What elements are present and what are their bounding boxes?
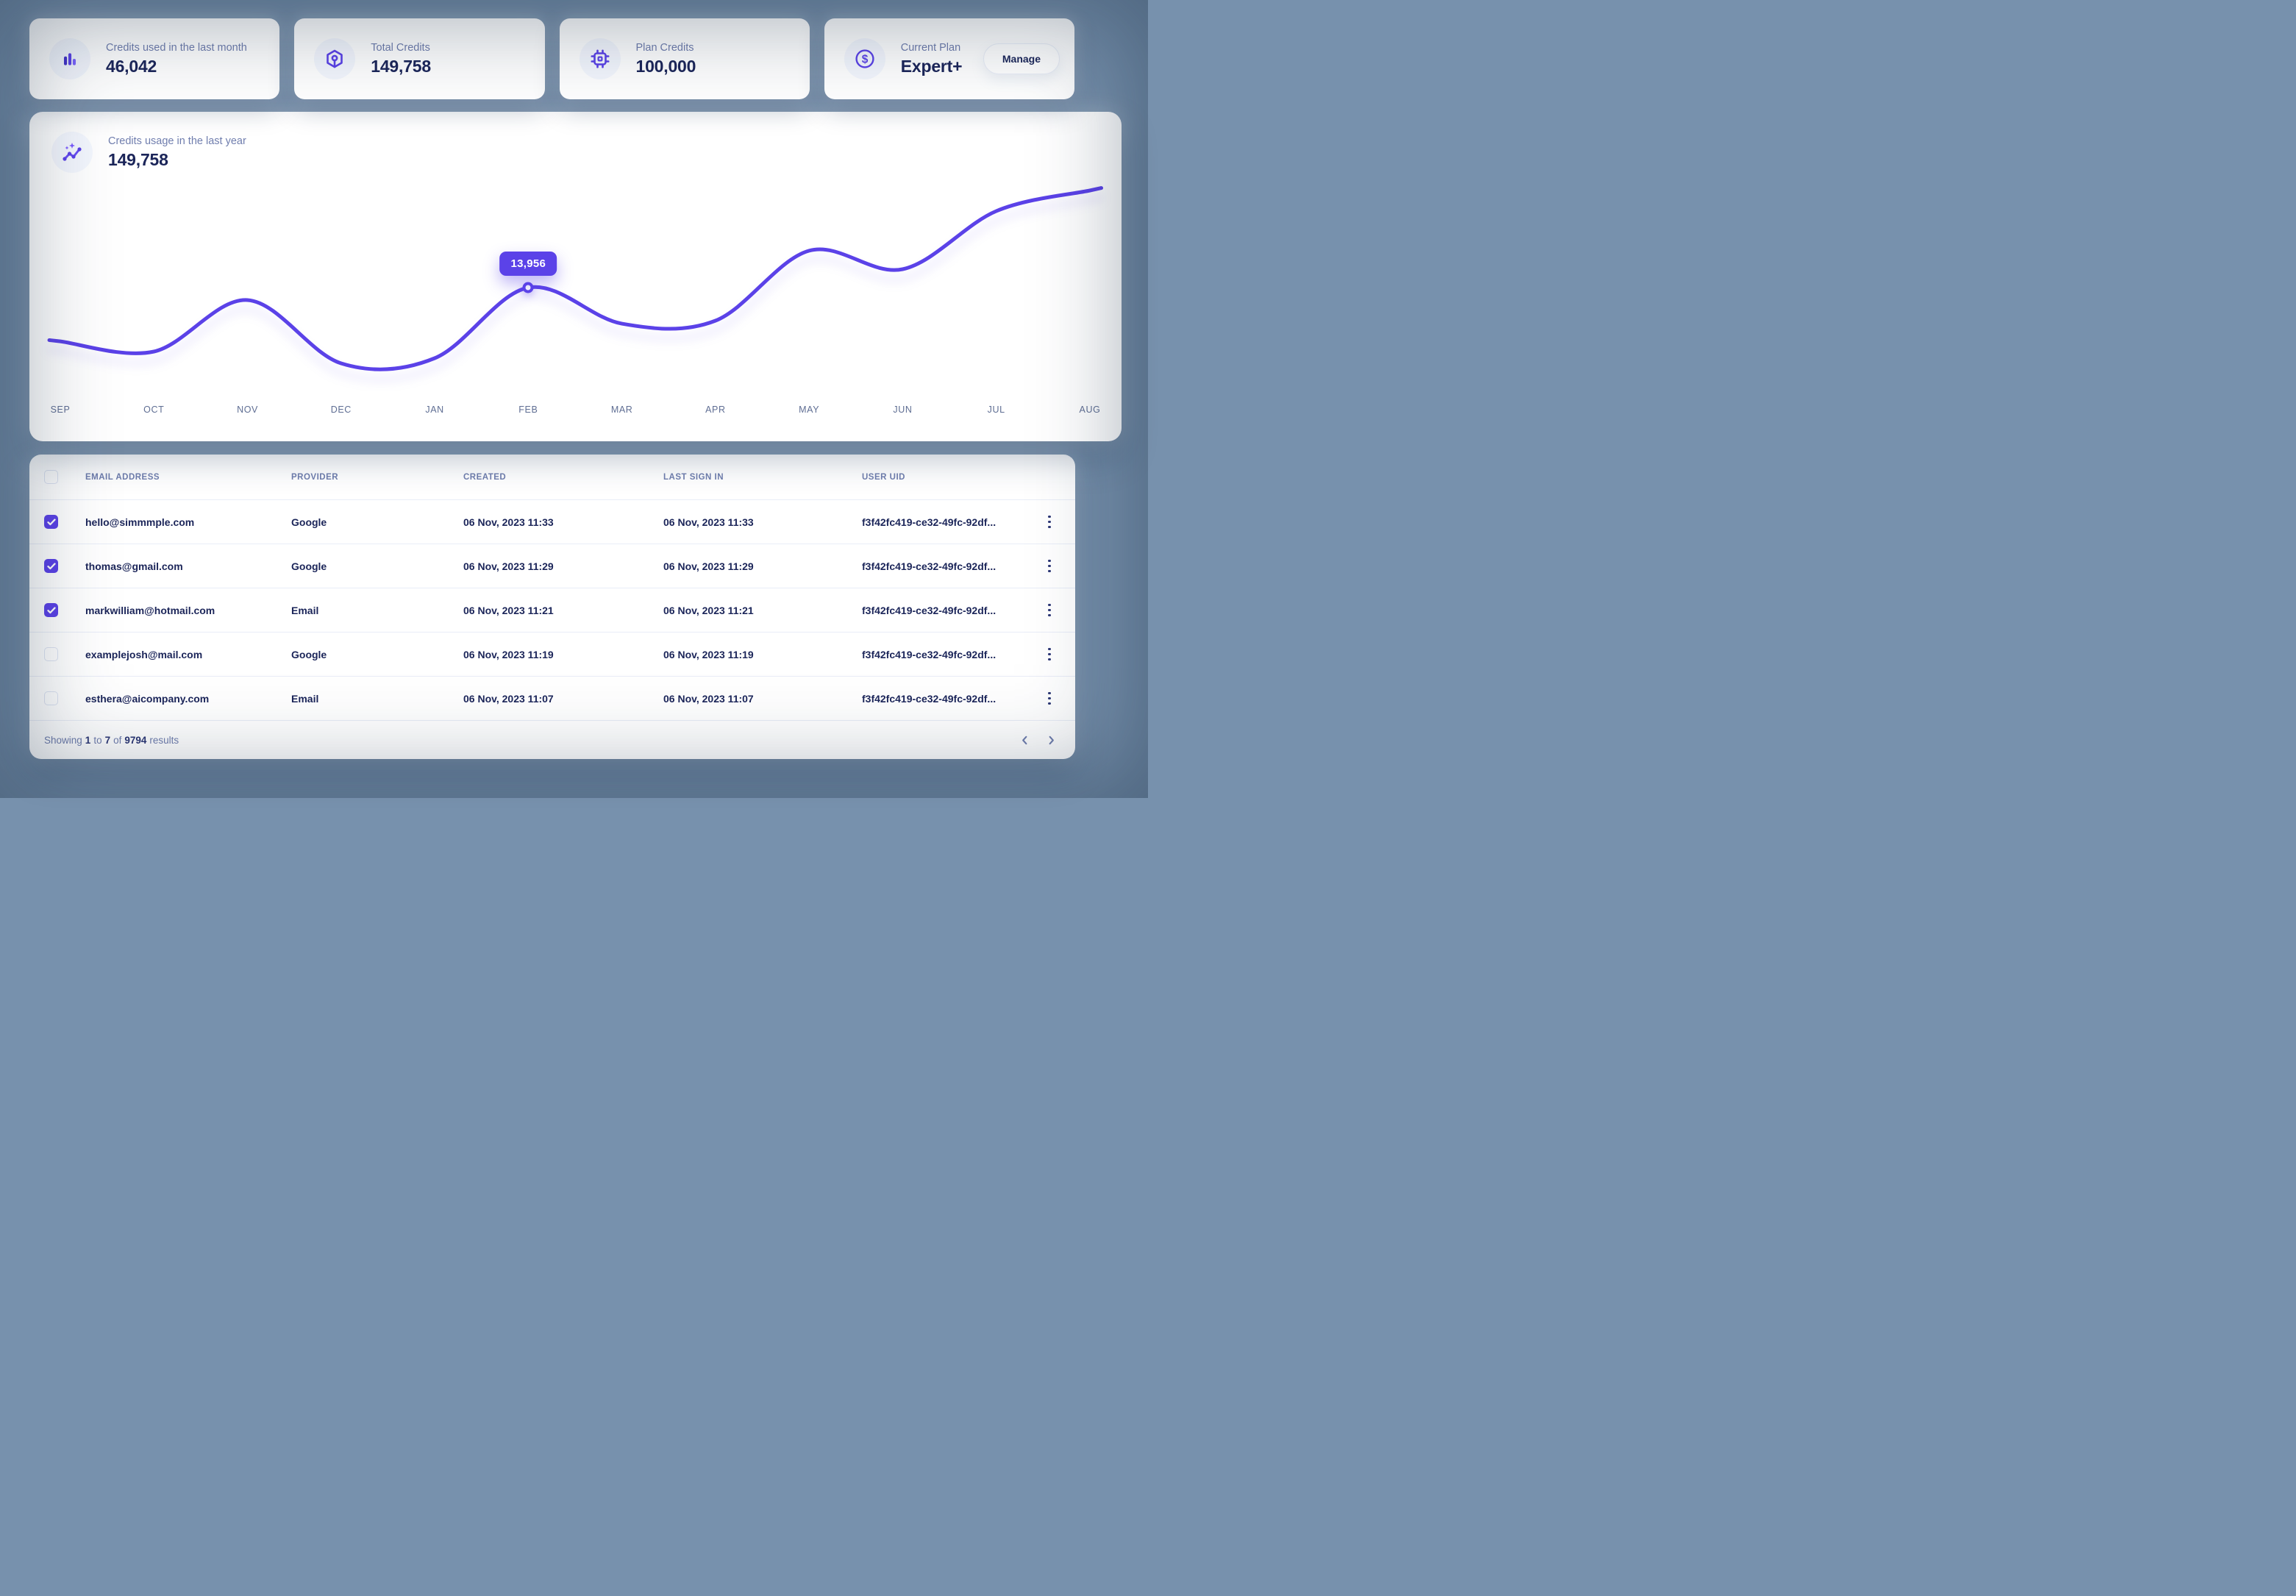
bar-chart-icon — [49, 38, 90, 79]
table-row[interactable]: esthera@aicompany.com Email 06 Nov, 2023… — [29, 677, 1075, 721]
table-row[interactable]: examplejosh@mail.com Google 06 Nov, 2023… — [29, 633, 1075, 677]
x-axis-label: OCT — [143, 405, 164, 415]
row-actions-menu-icon[interactable] — [1038, 686, 1060, 711]
next-page-button[interactable] — [1041, 730, 1060, 749]
row-actions-menu-icon[interactable] — [1038, 642, 1060, 667]
x-axis-label: JUL — [988, 405, 1005, 415]
row-actions-menu-icon[interactable] — [1038, 598, 1060, 623]
user-uid-cell: f3f42fc419-ce32-49fc-92df... — [862, 605, 1038, 616]
created-cell: 06 Nov, 2023 11:19 — [463, 649, 663, 660]
stat-label: Plan Credits — [636, 42, 696, 54]
x-axis-label: APR — [705, 405, 726, 415]
table-header-row: EMAIL ADDRESS PROVIDER CREATED LAST SIGN… — [29, 455, 1075, 500]
trend-sparkline-icon — [51, 132, 93, 173]
stat-card-total-credits: Total Credits 149,758 — [294, 18, 544, 99]
last-sign-in-cell: 06 Nov, 2023 11:33 — [663, 516, 862, 528]
credits-line-chart — [29, 178, 1122, 421]
row-checkbox[interactable] — [44, 647, 58, 661]
provider-cell: Email — [291, 693, 463, 705]
stat-value: Expert+ — [901, 57, 963, 76]
email-cell: markwilliam@hotmail.com — [85, 605, 291, 616]
stat-card-credits-used: Credits used in the last month 46,042 — [29, 18, 279, 99]
stat-cards-row: Credits used in the last month 46,042 To… — [29, 18, 1074, 99]
provider-cell: Email — [291, 605, 463, 616]
select-all-checkbox[interactable] — [44, 470, 58, 484]
stat-label: Total Credits — [371, 42, 431, 54]
chart-total-value: 149,758 — [108, 150, 246, 170]
provider-cell: Google — [291, 516, 463, 528]
chart-point-marker — [523, 282, 534, 293]
column-header-user-uid: USER UID — [862, 473, 1038, 482]
stat-card-plan-credits: Plan Credits 100,000 — [560, 18, 810, 99]
x-axis: SEP OCT NOV DEC JAN FEB MAR APR MAY JUN JUL AUG — [29, 405, 1122, 419]
table-row[interactable]: hello@simmmple.com Google 06 Nov, 2023 1… — [29, 500, 1075, 544]
x-axis-label: DEC — [331, 405, 352, 415]
x-axis-label: FEB — [518, 405, 538, 415]
email-cell: thomas@gmail.com — [85, 560, 291, 572]
x-axis-label: MAY — [799, 405, 819, 415]
stat-label: Current Plan — [901, 42, 963, 54]
stat-label: Credits used in the last month — [106, 42, 247, 54]
last-sign-in-cell: 06 Nov, 2023 11:07 — [663, 693, 862, 705]
row-actions-menu-icon[interactable] — [1038, 510, 1060, 535]
column-header-provider: PROVIDER — [291, 473, 463, 482]
x-axis-label: JUN — [893, 405, 912, 415]
stat-value: 46,042 — [106, 57, 247, 76]
users-table-card: EMAIL ADDRESS PROVIDER CREATED LAST SIGN… — [29, 455, 1075, 759]
user-uid-cell: f3f42fc419-ce32-49fc-92df... — [862, 649, 1038, 660]
column-header-email: EMAIL ADDRESS — [85, 473, 291, 482]
svg-text:$: $ — [861, 53, 868, 65]
user-uid-cell: f3f42fc419-ce32-49fc-92df... — [862, 560, 1038, 572]
previous-page-button[interactable] — [1015, 730, 1034, 749]
provider-cell: Google — [291, 649, 463, 660]
row-checkbox[interactable] — [44, 691, 58, 705]
email-cell: esthera@aicompany.com — [85, 693, 291, 705]
x-axis-label: AUG — [1080, 405, 1101, 415]
row-actions-menu-icon[interactable] — [1038, 554, 1060, 579]
cpu-icon — [580, 38, 621, 79]
created-cell: 06 Nov, 2023 11:21 — [463, 605, 663, 616]
created-cell: 06 Nov, 2023 11:29 — [463, 560, 663, 572]
dollar-icon: $ — [844, 38, 885, 79]
column-header-last-sign-in: LAST SIGN IN — [663, 473, 862, 482]
x-axis-label: JAN — [425, 405, 443, 415]
results-summary: Showing 1 to 7 of 9794 results — [44, 735, 179, 746]
column-header-created: CREATED — [463, 473, 663, 482]
box-icon — [314, 38, 355, 79]
manage-plan-button[interactable]: Manage — [983, 43, 1060, 74]
table-footer: Showing 1 to 7 of 9794 results — [29, 721, 1075, 759]
row-checkbox[interactable] — [44, 515, 58, 529]
credits-usage-chart-card: Credits usage in the last year 149,758 1… — [29, 112, 1122, 441]
user-uid-cell: f3f42fc419-ce32-49fc-92df... — [862, 693, 1038, 705]
last-sign-in-cell: 06 Nov, 2023 11:29 — [663, 560, 862, 572]
user-uid-cell: f3f42fc419-ce32-49fc-92df... — [862, 516, 1038, 528]
table-row[interactable]: thomas@gmail.com Google 06 Nov, 2023 11:… — [29, 544, 1075, 588]
last-sign-in-cell: 06 Nov, 2023 11:21 — [663, 605, 862, 616]
created-cell: 06 Nov, 2023 11:07 — [463, 693, 663, 705]
x-axis-label: SEP — [51, 405, 71, 415]
credits-line-path — [49, 188, 1101, 370]
stat-value: 100,000 — [636, 57, 696, 76]
x-axis-label: MAR — [611, 405, 633, 415]
email-cell: hello@simmmple.com — [85, 516, 291, 528]
stat-value: 149,758 — [371, 57, 431, 76]
row-checkbox[interactable] — [44, 559, 58, 573]
table-body: hello@simmmple.com Google 06 Nov, 2023 1… — [29, 500, 1075, 721]
chart-title: Credits usage in the last year — [108, 135, 246, 147]
created-cell: 06 Nov, 2023 11:33 — [463, 516, 663, 528]
row-checkbox[interactable] — [44, 603, 58, 617]
table-row[interactable]: markwilliam@hotmail.com Email 06 Nov, 20… — [29, 588, 1075, 633]
stat-card-current-plan: $ Current Plan Expert+ Manage — [824, 18, 1074, 99]
x-axis-label: NOV — [237, 405, 258, 415]
email-cell: examplejosh@mail.com — [85, 649, 291, 660]
chart-tooltip: 13,956 — [500, 252, 557, 276]
last-sign-in-cell: 06 Nov, 2023 11:19 — [663, 649, 862, 660]
provider-cell: Google — [291, 560, 463, 572]
